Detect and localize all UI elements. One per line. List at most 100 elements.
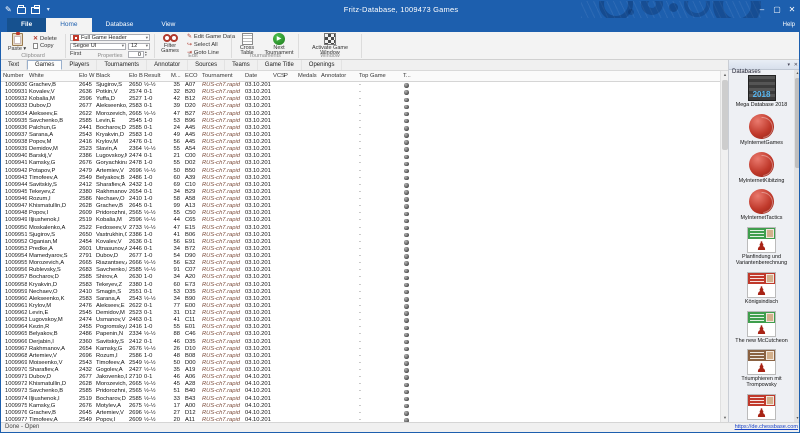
ribbon-tab-view[interactable]: View (147, 18, 189, 32)
font-size-select[interactable]: 12▾ (128, 43, 150, 50)
help-link[interactable]: Help (783, 18, 795, 32)
sidebar-scroll-up-icon[interactable]: ▲ (794, 70, 800, 77)
table-row[interactable]: 1009939Demidov,M2523Slavin,A2364½-½55A54… (1, 146, 720, 153)
table-row[interactable]: 1009974Iljiushenok,I2519Bocharov,D2585½-… (1, 396, 720, 403)
list-tab-tournaments[interactable]: Tournaments (97, 60, 147, 70)
list-tab-text[interactable]: Text (1, 60, 27, 70)
column-header-topgame[interactable]: Top Game (357, 71, 401, 82)
table-row[interactable]: 1009941Kamsky,G2676Goryachkina,A24781-05… (1, 160, 720, 167)
table-row[interactable]: 1009933Dubov,D2677Alekseenko,K25830-139D… (1, 103, 720, 110)
database-item-triumphieren-mit-trompowsky[interactable]: ♟Triumphieren mit Trompowsky (729, 349, 794, 389)
game-header-select[interactable]: Full Game Header▾ (70, 34, 150, 41)
column-header-elow[interactable]: Elo W (77, 71, 94, 82)
filter-games-button[interactable]: Filter Games (157, 33, 183, 54)
list-tab-sources[interactable]: Sources (188, 60, 225, 70)
table-row[interactable]: 1009945Tekeyev,Z2380Rakhmanov,A26540-134… (1, 189, 720, 196)
column-header-white[interactable]: White (27, 71, 77, 82)
table-row[interactable]: 1009948Popov,I2609Pridorozhni,A2565½-½55… (1, 210, 720, 217)
close-button[interactable]: ✕ (785, 3, 799, 17)
column-header-medals[interactable]: Medals (296, 71, 319, 82)
table-row[interactable]: 1009938Popov,M2416Krylov,M24760-156A45RU… (1, 139, 720, 146)
table-row[interactable]: 1009937Sarana,A2543Kryakvin,D25831-049A4… (1, 132, 720, 139)
table-row[interactable]: 1009964Kezin,R2455Pogromsky,M24161-055E0… (1, 324, 720, 331)
column-header-annotator[interactable]: Annotator (319, 71, 357, 82)
database-item[interactable]: ♟ (729, 394, 794, 420)
copy-button[interactable]: Copy (33, 43, 54, 49)
table-row[interactable]: 1009962Levin,E2545Demidov,M25230-131D12R… (1, 310, 720, 317)
table-row[interactable]: 1009946Rozum,I2586Nechaev,O24101-058A58R… (1, 196, 720, 203)
ribbon-tab-home[interactable]: Home (46, 18, 91, 32)
chessbase-link[interactable]: https://de.chessbase.com (735, 423, 798, 432)
database-item-planfindung-und-variantenberechnung[interactable]: ♟Planfindung und Variantenberechnung (729, 227, 794, 267)
database-item-myinternetgames[interactable]: MyInternetGames (729, 114, 794, 147)
paste-button[interactable]: Paste ▾ (5, 33, 29, 52)
table-row[interactable]: 1009942Potapov,P2479Artemiev,V2696½-½50B… (1, 168, 720, 175)
maximize-button[interactable]: ▢ (770, 3, 784, 17)
table-row[interactable]: 1009935Savchenko,B2585Levin,E25451-053B9… (1, 118, 720, 125)
list-tab-teams[interactable]: Teams (225, 60, 258, 70)
table-row[interactable]: 1009931Kovalev,V2636Potkin,V25740-132B20… (1, 89, 720, 96)
table-row[interactable]: 1009976Grachev,B2645Artemiev,V2696½-½27D… (1, 410, 720, 417)
table-row[interactable]: 1009952Oganian,M2454Kovalev,V26360-156E9… (1, 239, 720, 246)
table-row[interactable]: 1009940Barskij,V2386Lugovskoy,M24740-121… (1, 153, 720, 160)
table-row[interactable]: 1009955Morozevich,A2665Riazantsev,A2666½… (1, 260, 720, 267)
table-row[interactable]: 1009950Moskalenko,A2522Fedoseev,V2733½-½… (1, 225, 720, 232)
database-item-mega-database-2018[interactable]: 2018Mega Database 2018 (729, 75, 794, 109)
table-row[interactable]: 1009944Savitskiy,S2412Sharafiev,A24321-0… (1, 182, 720, 189)
panel-close-icon[interactable]: ✕ (794, 60, 798, 70)
column-header-vcs[interactable]: VCS (271, 71, 282, 82)
column-header-number[interactable]: Number (1, 71, 27, 82)
column-header-eco[interactable]: ECO (183, 71, 200, 82)
table-row[interactable]: 1009951Sjugirov,S2650Vastrukhin,O23861-0… (1, 232, 720, 239)
table-row[interactable]: 1009957Bocharov,D2585Shirov,A26301-034A2… (1, 274, 720, 281)
sidebar-scrollbar[interactable]: ▲ ▼ (794, 70, 800, 422)
database-item-myinternettactics[interactable]: MyInternetTactics (729, 189, 794, 222)
table-row[interactable]: 1009949Iljiushenok,I2519Kobalia,M2596½-½… (1, 217, 720, 224)
panel-menu-icon[interactable]: ▾ (787, 60, 790, 70)
table-row[interactable]: 1009953Predke,A2601Utnasunov,A24460-134B… (1, 246, 720, 253)
delete-button[interactable]: ✕ Delete (33, 35, 57, 42)
select-all-button[interactable]: ↪ Select All (187, 42, 218, 48)
database-item-the-new-mccutcheon[interactable]: ♟The new McCutcheon (729, 311, 794, 345)
table-row[interactable]: 1009932Kobalia,M2596Yuffa,D25271-042B12R… (1, 96, 720, 103)
list-tab-game-title[interactable]: Game Title (258, 60, 302, 70)
minimize-button[interactable]: – (755, 3, 769, 17)
table-row[interactable]: 1009956Rublevsky,S2683Savchenko,B2585½-½… (1, 267, 720, 274)
list-tab-annotator[interactable]: Annotator (147, 60, 188, 70)
column-header-elob[interactable]: Elo B (127, 71, 142, 82)
table-row[interactable]: 1009970Sharafiev,A2432Gogolev,A2427½-½35… (1, 367, 720, 374)
table-row[interactable]: 1009943Timofeev,A2549Belyakov,B24861-060… (1, 175, 720, 182)
table-row[interactable]: 1009971Dubov,D2677Jakovenko,D27100-146A0… (1, 374, 720, 381)
table-row[interactable]: 1009959Nechaev,O2410Smagin,S25510-153D35… (1, 289, 720, 296)
list-tab-players[interactable]: Players (62, 60, 97, 70)
ribbon-tab-database[interactable]: Database (92, 18, 148, 32)
table-row[interactable]: 1009954Mamedyarov,S2791Dubov,D26771-054D… (1, 253, 720, 260)
column-header-t[interactable]: T... (401, 71, 419, 82)
table-row[interactable]: 1009961Krylov,M2476Alekseev,E26220-177E0… (1, 303, 720, 310)
ribbon-tab-file[interactable]: File (7, 18, 46, 32)
sidebar-scrollbar-thumb[interactable] (795, 78, 800, 168)
table-row[interactable]: 1009934Alekseev,E2622Morozevich,A2665½-½… (1, 111, 720, 118)
column-header-tournament[interactable]: Tournament (200, 71, 243, 82)
table-row[interactable]: 1009965Belyakov,B2486Papenin,N2334½-½88C… (1, 331, 720, 338)
column-header-p[interactable]: P (282, 71, 296, 82)
column-header-m[interactable]: M... (169, 71, 183, 82)
edit-game-data-button[interactable]: ✎ Edit Game Data (187, 34, 235, 40)
table-row[interactable]: 1009968Artemiev,V2696Rozum,I25861-048B08… (1, 353, 720, 360)
table-row[interactable]: 1009930Grachev,B2645Sjugirov,S2650½-½35A… (1, 82, 720, 89)
list-tab-games[interactable]: Games (27, 60, 62, 70)
column-header-result[interactable]: Result (142, 71, 169, 82)
table-row[interactable]: 1009963Lugovskoy,M2474Usmanov,V24630-141… (1, 317, 720, 324)
table-row[interactable]: 1009975Kamsky,G2676Motylev,A2675½-½17A00… (1, 403, 720, 410)
table-row[interactable]: 1009972Khismatullin,D2628Morozevich,A266… (1, 381, 720, 388)
table-row[interactable]: 1009947Khismatullin,D2628Grachev,B26450-… (1, 203, 720, 210)
table-row[interactable]: 1009958Kryakvin,D2583Tekeyev,Z23801-060E… (1, 282, 720, 289)
font-select[interactable]: Segoe UI▾ (70, 43, 126, 50)
database-item-k-nigsindisch[interactable]: ♟Königsindisch (729, 272, 794, 306)
column-header-date[interactable]: Date (243, 71, 271, 82)
list-tab-openings[interactable]: Openings (302, 60, 343, 70)
table-row[interactable]: 1009973Savchenko,B2585Pridorozhni,A2565½… (1, 388, 720, 395)
table-row[interactable]: 1009936Palchun,G2441Bocharov,D25850-124A… (1, 125, 720, 132)
table-row[interactable]: 1009960Alekseenko,K2583Sarana,A2543½-½34… (1, 296, 720, 303)
sidebar-scroll-down-icon[interactable]: ▼ (794, 415, 800, 422)
